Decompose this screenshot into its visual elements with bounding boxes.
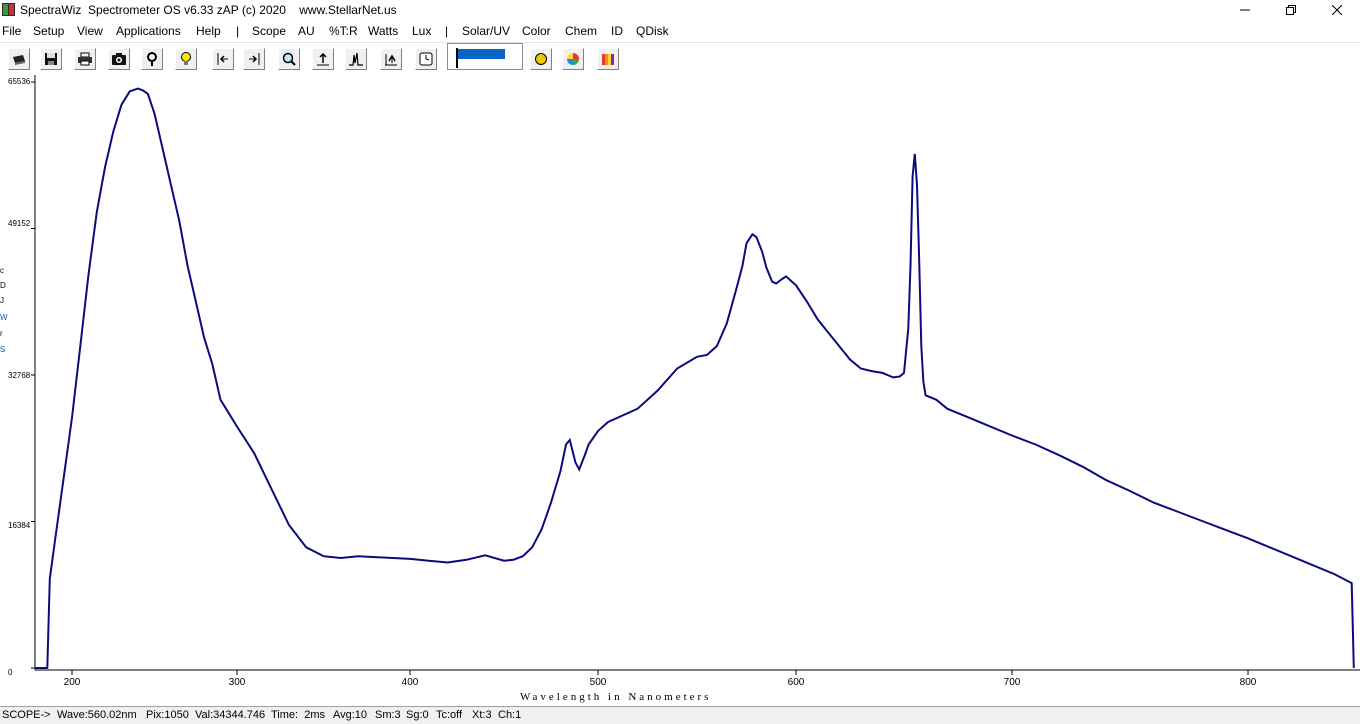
status-avg: Avg:10 — [333, 709, 368, 721]
clock-button[interactable] — [415, 48, 437, 70]
menu-qdisk[interactable]: QDisk — [636, 24, 669, 38]
menu-chem[interactable]: Chem — [565, 24, 597, 38]
menu-help[interactable]: Help — [196, 24, 221, 38]
integration-slider[interactable] — [447, 43, 523, 70]
menu-file[interactable]: File — [2, 24, 21, 38]
rainbow-button[interactable] — [597, 48, 619, 70]
open-icon — [13, 55, 25, 65]
print-button[interactable] — [74, 48, 96, 70]
menu-au[interactable]: AU — [298, 24, 315, 38]
status-sg: Sg:0 — [406, 709, 429, 721]
menu-separator: | — [445, 24, 449, 38]
app-icon — [2, 3, 15, 16]
menu-scope[interactable]: Scope — [252, 24, 286, 38]
status-ch: Ch:1 — [498, 709, 522, 721]
menu-lux[interactable]: Lux — [412, 24, 431, 38]
status-pix: Pix:1050 — [146, 709, 189, 721]
menu-watts[interactable]: Watts — [368, 24, 398, 38]
probe-icon — [147, 52, 157, 66]
menu-id[interactable]: ID — [611, 24, 623, 38]
yellow-circle-button[interactable] — [530, 48, 552, 70]
status-sm: Sm:3 — [375, 709, 401, 721]
menu-color[interactable]: Color — [522, 24, 551, 38]
menu-transmission[interactable]: %T:R — [329, 24, 358, 38]
scale-up-icon — [317, 52, 329, 66]
clock-icon — [419, 52, 433, 66]
status-mode: SCOPE-> — [2, 709, 51, 721]
title-bar: SpectraWiz Spectrometer OS v6.33 zAP (c)… — [0, 0, 1360, 20]
zoom-button[interactable] — [278, 48, 300, 70]
status-tc: Tc:off — [436, 709, 463, 721]
spectrum-line — [35, 87, 1355, 669]
camera-icon — [112, 53, 126, 65]
window-title: SpectraWiz Spectrometer OS v6.33 zAP (c)… — [20, 3, 397, 17]
minimize-icon — [1240, 9, 1250, 11]
menu-solar-uv[interactable]: Solar/UV — [462, 24, 510, 38]
scroll-left-button[interactable] — [212, 48, 234, 70]
status-bar: SCOPE-> Wave:560.02nm Pix:1050 Val:34344… — [0, 706, 1360, 724]
spectrum-chart[interactable] — [0, 72, 1360, 706]
save-button[interactable] — [40, 48, 62, 70]
peak-icon — [349, 52, 363, 66]
status-time: Time: 2ms — [271, 709, 325, 721]
scale-up-button[interactable] — [312, 48, 334, 70]
rainbow-icon — [602, 54, 614, 65]
color-wheel-icon — [567, 53, 579, 65]
lamp-button[interactable] — [175, 48, 197, 70]
autoscale-button[interactable] — [380, 48, 402, 70]
menu-separator: | — [236, 24, 240, 38]
close-button[interactable] — [1314, 0, 1360, 20]
zoom-icon — [282, 52, 296, 66]
status-val: Val:34344.746 — [195, 709, 266, 721]
menu-setup[interactable]: Setup — [33, 24, 64, 38]
menu-bar: File Setup View Applications Help | Scop… — [0, 21, 1360, 41]
scroll-left-icon — [217, 53, 228, 65]
autoscale-icon — [385, 54, 397, 66]
yellow-circle-icon — [535, 53, 547, 65]
save-icon — [45, 53, 57, 65]
color-wheel-button[interactable] — [562, 48, 584, 70]
status-xt: Xt:3 — [472, 709, 492, 721]
scroll-right-icon — [249, 53, 260, 65]
toolbar — [0, 42, 1360, 73]
restore-icon — [1286, 5, 1296, 15]
open-button[interactable] — [8, 48, 30, 70]
print-icon — [78, 52, 92, 66]
scroll-right-button[interactable] — [243, 48, 265, 70]
status-wave: Wave:560.02nm — [57, 709, 137, 721]
menu-applications[interactable]: Applications — [116, 24, 181, 38]
lamp-icon — [181, 52, 191, 65]
menu-view[interactable]: View — [77, 24, 103, 38]
camera-button[interactable] — [108, 48, 130, 70]
slider-fill — [456, 49, 505, 59]
minimize-button[interactable] — [1222, 0, 1268, 20]
restore-button[interactable] — [1268, 0, 1314, 20]
slider-thumb[interactable] — [456, 48, 458, 68]
peak-button[interactable] — [345, 48, 367, 70]
probe-button[interactable] — [141, 48, 163, 70]
close-icon — [1332, 5, 1342, 15]
